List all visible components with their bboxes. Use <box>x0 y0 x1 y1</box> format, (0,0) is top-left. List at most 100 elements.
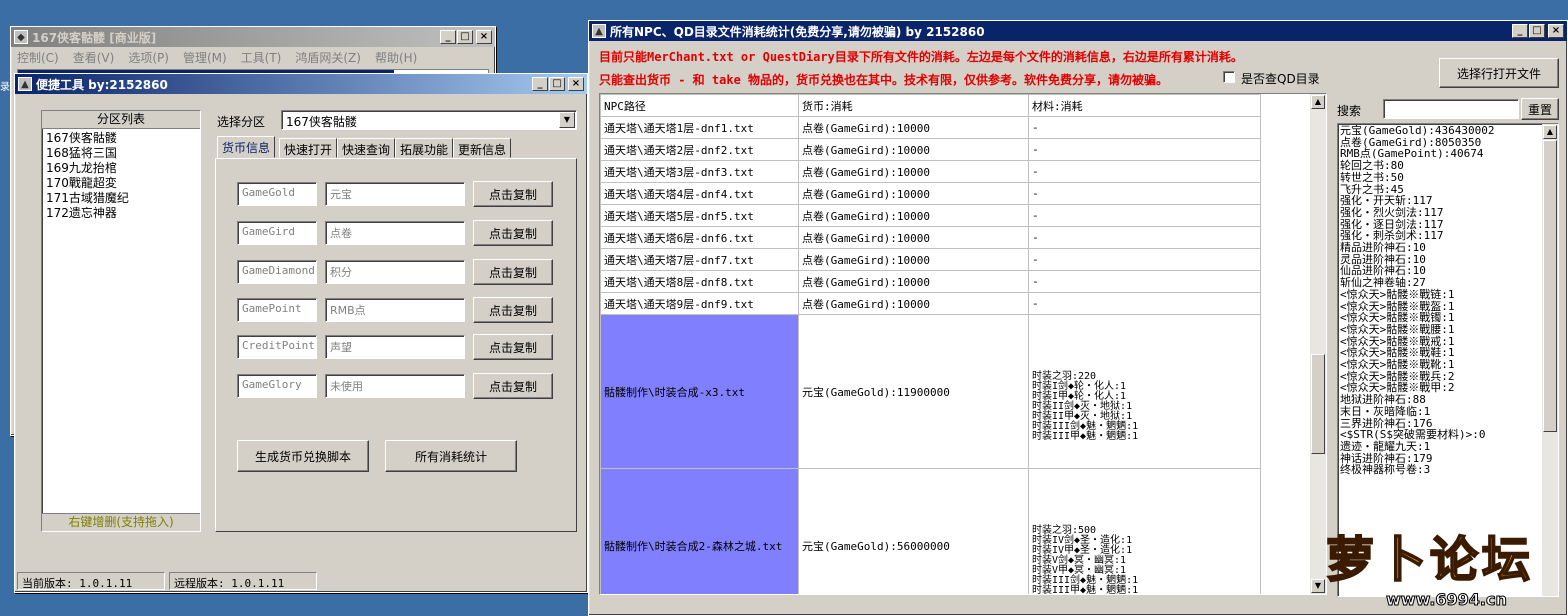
zone-item[interactable]: 171古域猎魔纪 <box>46 191 196 206</box>
generate-script-button[interactable]: 生成货币兑换脚本 <box>237 440 369 472</box>
all-stats-button[interactable]: 所有消耗统计 <box>385 440 517 472</box>
cell-mat: - <box>1028 248 1261 271</box>
currency-name-field[interactable]: 元宝 <box>325 182 465 206</box>
scroll-up-icon[interactable]: ▲ <box>1543 125 1557 139</box>
total-item[interactable]: 末日・灰暗降临:1 <box>1340 406 1556 418</box>
column-header[interactable]: 材料:消耗 <box>1028 94 1261 117</box>
menu-options[interactable]: 选项(P) <box>128 49 169 65</box>
table-scrollbar[interactable]: ▲ ▼ <box>1310 94 1326 594</box>
search-input[interactable] <box>1383 99 1519 119</box>
zone-item[interactable]: 172遗忘神器 <box>46 206 196 221</box>
total-item[interactable]: 终极神器称号卷:3 <box>1340 464 1556 476</box>
cell-cost: 点卷(GameGird):10000 <box>798 204 1029 227</box>
table-row[interactable]: 通天塔\通天塔3层-dnf3.txt 点卷(GameGird):10000- <box>600 160 1261 183</box>
table-row[interactable]: 骷髅制作\时装合成2-森林之城.txt 元宝(GameGold):5600000… <box>600 468 1261 594</box>
total-item[interactable]: 精品进阶神石:10 <box>1340 242 1556 254</box>
minimize-icon[interactable]: _ <box>440 30 456 44</box>
scroll-up-icon[interactable]: ▲ <box>1311 95 1325 109</box>
cell-mat: 时装之羽:500 时装IV剑◆圣・造化:1 时装IV甲◆圣・造化:1 时装V剑◆… <box>1028 468 1261 594</box>
total-item[interactable]: 元宝(GameGold):436430002 <box>1340 125 1556 137</box>
table-row[interactable]: 通天塔\通天塔5层-dnf5.txt 点卷(GameGird):10000- <box>600 204 1261 227</box>
table-row[interactable]: 通天塔\通天塔9层-dnf9.txt 点卷(GameGird):10000- <box>600 292 1261 315</box>
stats-table: NPC路径 货币:消耗 材料:消耗 通天塔\通天塔1层-dnf1.txt 点卷(G… <box>599 93 1327 595</box>
currency-key-field[interactable]: GameGlory <box>237 374 317 398</box>
menu-control[interactable]: 控制(C) <box>17 49 59 65</box>
tab-extensions[interactable]: 拓展功能 <box>395 138 454 158</box>
total-item[interactable]: 遗迹・龍耀九天:1 <box>1340 441 1556 453</box>
maximize-icon[interactable]: □ <box>549 77 565 91</box>
copy-button[interactable]: 点击复制 <box>473 220 553 246</box>
close-icon[interactable]: × <box>568 77 584 91</box>
table-row[interactable]: 通天塔\通天塔8层-dnf8.txt 点卷(GameGird):10000- <box>600 270 1261 293</box>
zone-item[interactable]: 169九龙抬棺 <box>46 161 196 176</box>
zone-item[interactable]: 170戰龍超変 <box>46 176 196 191</box>
cell-mat: - <box>1028 138 1261 161</box>
currency-key-field[interactable]: GameDiamond <box>237 260 317 284</box>
tab-quick-open[interactable]: 快速打开 <box>279 138 338 158</box>
menu-help[interactable]: 帮助(H) <box>375 49 417 65</box>
currency-key-field[interactable]: CreditPoint <box>237 335 317 359</box>
quick-titlebar[interactable]: ▲ 便捷工具 by:2152860 _ □ × <box>15 74 587 94</box>
scroll-down-icon[interactable]: ▼ <box>1311 579 1325 593</box>
zone-list-footer: 右键增删(支持拖入) <box>42 513 200 531</box>
total-item[interactable]: <惊众天>骷髅※戰链:1 <box>1340 289 1556 301</box>
table-row[interactable]: 骷髅制作\时装合成-x3.txt 元宝(GameGold):11900000 时… <box>600 314 1261 469</box>
currency-name-field[interactable]: 点卷 <box>325 221 465 245</box>
mat-line: 时装IV剑◆圣・造化:1 <box>1032 534 1133 546</box>
scroll-thumb[interactable] <box>1543 140 1557 432</box>
currency-key-field[interactable]: GameGold <box>237 182 317 206</box>
maximize-icon[interactable]: □ <box>1529 24 1545 38</box>
maximize-icon[interactable]: □ <box>457 30 473 44</box>
mat-line: 时装II甲◆灭・地狱:1 <box>1032 410 1133 422</box>
total-item[interactable]: <惊众天>骷髅※戰靴:1 <box>1340 359 1556 371</box>
currency-name-field[interactable]: 声望 <box>325 335 465 359</box>
cell-mat: - <box>1028 270 1261 293</box>
table-row[interactable]: 通天塔\通天塔7层-dnf7.txt 点卷(GameGird):10000- <box>600 248 1261 271</box>
table-row[interactable]: 通天塔\通天塔6层-dnf6.txt 点卷(GameGird):10000- <box>600 226 1261 249</box>
menu-view[interactable]: 查看(V) <box>73 49 115 65</box>
tab-updates[interactable]: 更新信息 <box>453 138 512 158</box>
zone-select[interactable]: 167侠客骷髅 ▼ <box>281 110 577 130</box>
copy-button[interactable]: 点击复制 <box>473 373 553 399</box>
currency-name-field[interactable]: 未使用 <box>325 374 465 398</box>
table-row[interactable]: 通天塔\通天塔4层-dnf4.txt 点卷(GameGird):10000- <box>600 182 1261 205</box>
stats-titlebar[interactable]: ▲ 所有NPC、QD目录文件消耗统计(免费分享,请勿被骗) by 2152860… <box>589 21 1567 41</box>
main-title: 167侠客骷髅 [商业版] <box>32 30 157 45</box>
tab-currency[interactable]: 货币信息 <box>217 136 276 158</box>
copy-button[interactable]: 点击复制 <box>473 334 553 360</box>
chevron-down-icon[interactable]: ▼ <box>559 112 575 128</box>
reset-button[interactable]: 重置 <box>1521 98 1559 120</box>
menu-tools[interactable]: 工具(T) <box>241 49 282 65</box>
copy-button[interactable]: 点击复制 <box>473 297 553 323</box>
zone-item[interactable]: 168猛将三国 <box>46 146 196 161</box>
currency-key-field[interactable]: GamePoint <box>237 298 317 322</box>
column-header[interactable]: 货币:消耗 <box>798 94 1029 117</box>
total-item[interactable]: <惊众天>骷髅※戰腰:1 <box>1340 324 1556 336</box>
zone-item[interactable]: 167侠客骷髅 <box>46 131 196 146</box>
menu-gateway[interactable]: 鸿盾网关(Z) <box>295 49 361 65</box>
scroll-thumb[interactable] <box>1311 354 1325 454</box>
minimize-icon[interactable]: _ <box>1512 24 1528 38</box>
main-titlebar[interactable]: ◆ 167侠客骷髅 [商业版] _ □ × <box>11 27 495 47</box>
open-file-button[interactable]: 选择行打开文件 <box>1439 58 1559 88</box>
tab-quick-query[interactable]: 快速查询 <box>337 138 396 158</box>
currency-name-field[interactable]: RMB点 <box>325 298 465 322</box>
menu-manage[interactable]: 管理(M) <box>183 49 227 65</box>
close-icon[interactable]: × <box>1548 24 1564 38</box>
copy-button[interactable]: 点击复制 <box>473 259 553 285</box>
copy-button[interactable]: 点击复制 <box>473 181 553 207</box>
column-header[interactable]: NPC路径 <box>600 94 799 117</box>
total-item[interactable]: 转世之书:50 <box>1340 172 1556 184</box>
currency-key-field[interactable]: GameGird <box>237 221 317 245</box>
close-icon[interactable]: × <box>476 30 492 44</box>
currency-name-field[interactable]: 积分 <box>325 260 465 284</box>
cell-path: 通天塔\通天塔2层-dnf2.txt <box>600 138 799 161</box>
qd-checkbox[interactable] <box>1223 71 1235 83</box>
total-item[interactable]: 强化・烈火剑法:117 <box>1340 207 1556 219</box>
totals-list[interactable]: 元宝(GameGold):436430002 点卷(GameGird):80503… <box>1337 123 1559 597</box>
zone-list[interactable]: 分区列表 167侠客骷髅 168猛将三国 169九龙抬棺 170戰龍超変 171… <box>41 110 201 532</box>
minimize-icon[interactable]: _ <box>532 77 548 91</box>
table-row[interactable]: 通天塔\通天塔1层-dnf1.txt 点卷(GameGird):10000- <box>600 116 1261 139</box>
table-row[interactable]: 通天塔\通天塔2层-dnf2.txt 点卷(GameGird):10000- <box>600 138 1261 161</box>
totals-scrollbar[interactable]: ▲ <box>1542 124 1558 596</box>
